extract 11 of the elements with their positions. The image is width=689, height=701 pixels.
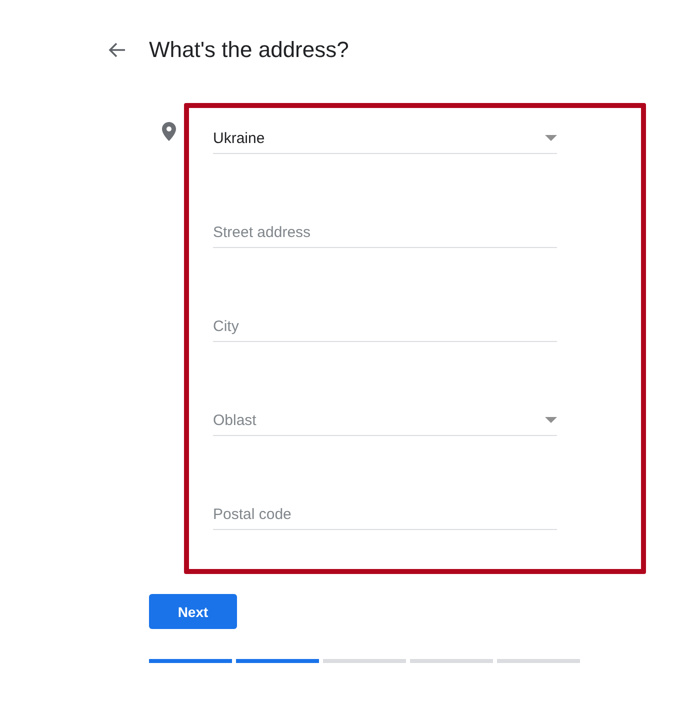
input-field[interactable]: Postal code bbox=[213, 499, 557, 530]
page-title: What's the address? bbox=[149, 36, 349, 64]
dropdown-field[interactable]: Ukraine bbox=[213, 123, 557, 154]
location-pin-icon bbox=[162, 122, 176, 141]
dropdown-caret-icon bbox=[545, 417, 557, 423]
next-button[interactable]: Next bbox=[149, 594, 237, 629]
input-field[interactable]: City bbox=[213, 311, 557, 342]
input-field[interactable]: Street address bbox=[213, 217, 557, 248]
dropdown-caret-icon bbox=[545, 135, 557, 141]
dropdown-field[interactable]: Oblast bbox=[213, 405, 557, 436]
back-arrow-icon[interactable] bbox=[108, 42, 126, 58]
